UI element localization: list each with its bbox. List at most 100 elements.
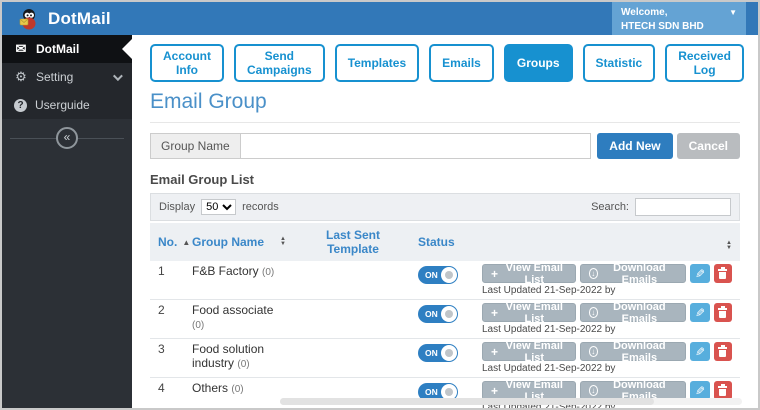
table-row: 1 F&B Factory (0) ON + View Email List ↓… [150,261,740,300]
download-icon: ↓ [588,268,598,279]
last-sent-template-cell [296,299,410,339]
delete-button[interactable] [713,342,733,361]
sort-asc-icon: ▲ [182,237,191,247]
app-header: DotMail Welcome, HTECH SDN BHD ▼ [2,2,758,35]
delete-button[interactable] [713,303,733,322]
last-updated-text: Last Updated 21-Sep-2022 by [482,324,616,335]
column-header-group-name[interactable]: Group Name ▲ ▼ [184,223,296,261]
group-name-input[interactable] [239,133,592,159]
tab-emails[interactable]: Emails [429,44,494,82]
download-emails-label: Download Emails [613,339,666,364]
status-toggle[interactable]: ON [418,305,458,323]
sidebar-item-label: Userguide [35,98,90,112]
last-updated-text: Last Updated 21-Sep-2022 by [482,285,616,296]
status-toggle[interactable]: ON [418,344,458,362]
search-input[interactable] [635,198,731,216]
sort-both-icon: ▲ ▼ [726,240,732,251]
group-name: F&B Factory [192,264,259,278]
cancel-button[interactable]: Cancel [676,133,740,159]
edit-button[interactable]: ✎ [689,303,710,322]
last-sent-template-cell [296,338,410,378]
column-header-status[interactable]: Status [410,223,474,261]
edit-icon: ✎ [694,383,705,398]
download-icon: ↓ [588,307,598,318]
tab-received-log[interactable]: Received Log [665,44,744,82]
sidebar-menu: ✉ DotMail ⚙ Setting ? Userguide [2,35,132,119]
row-number: 2 [150,299,184,339]
group-count: (0) [231,384,244,395]
welcome-text: Welcome, [621,7,668,18]
view-email-list-button[interactable]: + View Email List [482,261,576,286]
edit-button[interactable]: ✎ [689,264,710,283]
tab-groups[interactable]: Groups [503,44,573,82]
gear-icon: ⚙ [15,69,27,84]
download-icon: ↓ [588,346,598,357]
trash-icon [718,344,728,357]
column-header-last-sent-template[interactable]: Last Sent Template [296,223,410,261]
view-email-list-label: View Email List [505,300,563,325]
row-number: 3 [150,338,184,378]
display-label: Display [159,201,196,213]
sidebar-item-label: DotMail [36,42,80,56]
group-name: Others [192,381,229,395]
status-label: ON [425,387,438,397]
download-emails-button[interactable]: ↓ Download Emails [579,300,686,325]
toggle-knob [441,345,457,361]
caret-down-icon: ▼ [729,8,737,17]
view-email-list-button[interactable]: + View Email List [482,340,576,364]
view-email-list-label: View Email List [505,261,563,286]
edit-icon: ✎ [694,344,705,359]
table-row: 3 Food solution industry (0) ON + View E… [150,338,740,378]
tab-send-campaigns[interactable]: Send Campaigns [234,44,325,82]
records-label: records [242,201,279,213]
tab-templates[interactable]: Templates [334,44,420,82]
search-label: Search: [591,201,629,213]
download-emails-label: Download Emails [613,300,666,325]
status-toggle[interactable]: ON [418,266,458,284]
sidebar-collapse-bar: « [2,121,132,155]
nav-tabs: Account Info Send Campaigns Templates Em… [150,44,744,82]
group-count: (0) [192,320,205,331]
trash-icon [718,383,728,396]
sidebar-item-label: Setting [36,70,74,84]
column-header-no[interactable]: No. ▲ [150,223,190,261]
edit-button[interactable]: ✎ [689,342,710,361]
group-name: Food solution industry [192,342,265,370]
add-new-button[interactable]: Add New [597,133,673,159]
view-email-list-button[interactable]: + View Email List [482,300,576,325]
main-content: Account Info Send Campaigns Templates Em… [132,35,758,408]
last-sent-template-cell [296,261,410,300]
user-account-box[interactable]: Welcome, HTECH SDN BHD ▼ [612,2,746,35]
question-circle-icon: ? [14,98,27,112]
column-header-actions[interactable]: ▲ ▼ [474,223,740,261]
sidebar-item-setting[interactable]: ⚙ Setting [2,63,132,91]
row-number: 4 [150,377,184,408]
sort-both-icon: ▲ ▼ [280,236,286,247]
download-emails-button[interactable]: ↓ Download Emails [579,262,686,286]
collapse-sidebar-button[interactable]: « [56,127,78,149]
tab-account-info[interactable]: Account Info [150,44,224,82]
add-group-form: Group Name Add New Cancel [150,133,740,159]
plus-icon: + [491,383,499,398]
group-count: (0) [262,267,275,278]
plus-icon: + [491,305,499,320]
scrollbar-thumb[interactable] [280,398,655,405]
sidebar: ✉ DotMail ⚙ Setting ? Userguide « [2,35,132,408]
divider [150,122,740,123]
plus-icon: + [491,344,499,359]
row-number: 1 [150,261,184,300]
app-window: DotMail Welcome, HTECH SDN BHD ▼ ✉ DotMa… [0,0,760,410]
status-label: ON [425,309,438,319]
tab-statistic[interactable]: Statistic [582,44,656,82]
sidebar-item-dotmail[interactable]: ✉ DotMail [2,35,132,63]
delete-button[interactable] [713,264,733,283]
sidebar-item-userguide[interactable]: ? Userguide [2,91,132,119]
edit-icon: ✎ [694,305,705,320]
records-per-page-select[interactable]: 50 [201,199,237,215]
chevron-down-icon [112,70,123,81]
row-actions: + View Email List ↓ Download Emails ✎ [482,339,733,364]
table-toolbar: Display 50 records Search: [150,193,740,221]
download-emails-button[interactable]: ↓ Download Emails [579,339,686,364]
horizontal-scrollbar[interactable] [280,398,742,405]
toggle-knob [441,306,457,322]
